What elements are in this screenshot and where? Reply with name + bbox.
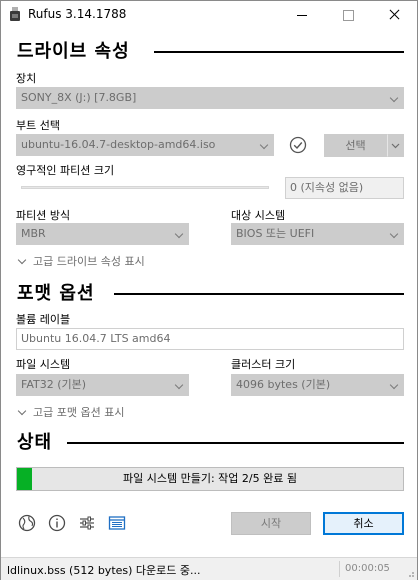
- advanced-format-toggle[interactable]: 고급 포맷 옵션 표시: [17, 404, 124, 420]
- volume-label-input[interactable]: Ubuntu 16.04.7 LTS amd64: [16, 328, 404, 350]
- select-image-menu-button[interactable]: [387, 134, 404, 157]
- progress-text: 파일 시스템 만들기: 작업 2/5 완료 됨: [123, 472, 297, 485]
- resize-grip-icon[interactable]: [405, 568, 415, 578]
- section-divider: [114, 293, 404, 295]
- window-title: Rufus 3.14.1788: [28, 7, 127, 21]
- filesystem-label: 파일 시스템: [16, 358, 71, 371]
- minimize-button[interactable]: [279, 1, 325, 29]
- chevron-down-icon: [174, 380, 184, 390]
- chevron-down-icon: [174, 229, 184, 239]
- close-button[interactable]: [371, 1, 417, 29]
- chevron-down-icon: [17, 406, 27, 415]
- title-bar: Rufus 3.14.1788: [1, 1, 417, 29]
- persistent-partition-label: 영구적인 파티션 크기: [16, 164, 115, 177]
- chevron-down-icon: [259, 140, 269, 150]
- progress-bar: 파일 시스템 만들기: 작업 2/5 완료 됨: [16, 467, 404, 491]
- elapsed-time: 00:00:05: [345, 563, 390, 574]
- maximize-button[interactable]: [325, 1, 371, 29]
- select-image-button[interactable]: 선택: [324, 134, 387, 157]
- boot-selection-label: 부트 선택: [16, 119, 60, 132]
- device-dropdown[interactable]: SONY_8X (J:) [7.8GB]: [16, 87, 404, 109]
- status-message: ldlinux.bss (512 bytes) 다운로드 중...: [7, 564, 201, 577]
- log-icon[interactable]: [107, 513, 127, 533]
- target-system-label: 대상 시스템: [231, 209, 286, 222]
- section-divider: [154, 51, 404, 53]
- filesystem-dropdown[interactable]: FAT32 (기본): [16, 374, 189, 396]
- partition-scheme-label: 파티션 방식: [16, 209, 71, 222]
- chevron-down-icon: [389, 229, 399, 239]
- cancel-button[interactable]: 취소: [323, 512, 404, 535]
- chevron-down-icon: [389, 93, 399, 103]
- drive-properties-header: 드라이브 속성: [17, 41, 130, 62]
- chevron-down-icon: [389, 380, 399, 390]
- rufus-window: Rufus 3.14.1788 드라이브 속성 장치 SONY_8X (J:) …: [0, 0, 418, 580]
- persistent-size-field[interactable]: 0 (지속성 없음): [285, 177, 404, 199]
- globe-icon[interactable]: [17, 513, 37, 533]
- chevron-down-icon: [391, 143, 400, 149]
- chevron-down-icon: [17, 255, 27, 264]
- status-separator: [339, 561, 340, 577]
- status-header: 상태: [17, 432, 53, 453]
- advanced-drive-toggle[interactable]: 고급 드라이브 속성 표시: [17, 253, 145, 269]
- partition-scheme-dropdown[interactable]: MBR: [16, 223, 189, 245]
- format-options-header: 포맷 옵션: [17, 283, 95, 304]
- device-label: 장치: [16, 72, 37, 85]
- cluster-size-label: 클러스터 크기: [231, 358, 296, 371]
- settings-sliders-icon[interactable]: [77, 513, 97, 533]
- section-divider: [67, 442, 404, 444]
- check-circle-icon[interactable]: [289, 136, 307, 154]
- boot-selection-dropdown[interactable]: ubuntu-16.04.7-desktop-amd64.iso: [16, 134, 274, 156]
- usb-drive-icon: [10, 7, 20, 21]
- start-button[interactable]: 시작: [231, 512, 311, 535]
- cluster-size-dropdown[interactable]: 4096 bytes (기본): [231, 374, 404, 396]
- status-bar: ldlinux.bss (512 bytes) 다운로드 중... 00:00:…: [1, 557, 417, 580]
- info-icon[interactable]: [47, 513, 67, 533]
- target-system-dropdown[interactable]: BIOS 또는 UEFI: [231, 223, 404, 245]
- persistent-size-slider[interactable]: [21, 186, 269, 189]
- volume-label-label: 볼륨 레이블: [16, 313, 71, 326]
